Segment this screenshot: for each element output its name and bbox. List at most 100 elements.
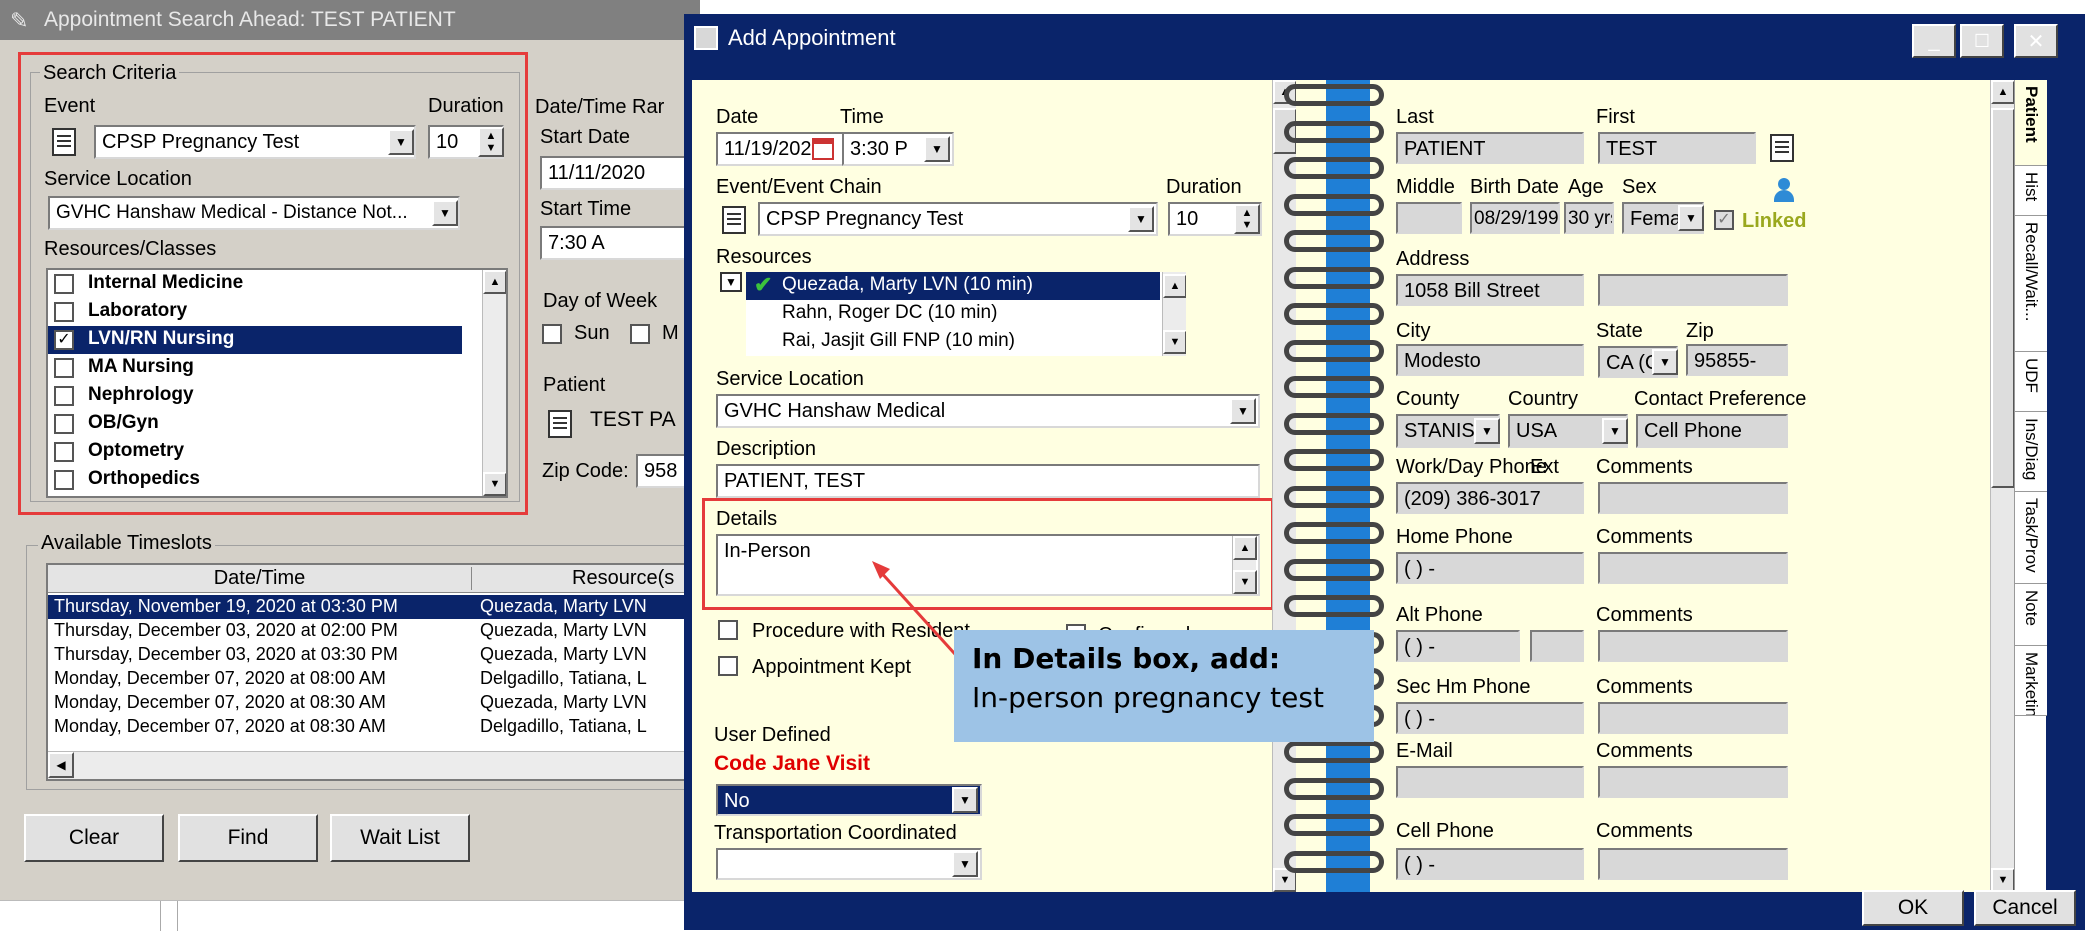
resource-item-label: Rai, Jasjit Gill FNP (10 min) <box>782 330 1015 351</box>
timeslots-hscrollbar[interactable]: ◀ <box>48 751 724 779</box>
scroll-thumb[interactable] <box>1991 108 2014 488</box>
side-tab[interactable]: Marketing <box>2015 646 2047 716</box>
cell-phone-label: Cell Phone <box>1396 820 1494 842</box>
add-window-title: Add Appointment <box>728 25 896 50</box>
patient-name: TEST PA <box>590 408 676 431</box>
close-button[interactable]: ✕ <box>2014 24 2058 58</box>
linked-label: Linked <box>1742 210 1807 232</box>
last-name-field: PATIENT <box>1396 132 1584 164</box>
start-time-label: Start Time <box>540 198 632 220</box>
ok-button[interactable]: OK <box>1862 890 1964 926</box>
chevron-down-icon[interactable]: ▼ <box>1474 418 1500 444</box>
binding-ring <box>1284 303 1384 325</box>
address-label: Address <box>1396 248 1470 270</box>
resource-expand-icon[interactable]: ▼ <box>720 272 742 292</box>
chevron-down-icon[interactable]: ▼ <box>1230 398 1256 424</box>
duration-spinner[interactable]: ▲ ▼ <box>1234 204 1260 234</box>
scroll-down-arrow[interactable]: ▼ <box>1991 868 2014 892</box>
service-location-select[interactable]: GVHC Hanshaw Medical <box>716 394 1260 428</box>
side-tab[interactable]: UDF <box>2015 352 2047 412</box>
cell-phone-field: ( ) - <box>1396 848 1584 880</box>
linked-checkbox[interactable]: ✓ <box>1714 210 1734 230</box>
city-label: City <box>1396 320 1431 342</box>
timeslot-resource: Delgadillo, Tatiana, L <box>480 716 647 736</box>
timeslot-resource: Quezada, Marty LVN <box>480 596 647 616</box>
start-date-input[interactable]: 11/11/2020 <box>540 156 690 190</box>
event-chain-lookup-icon[interactable] <box>722 206 746 234</box>
side-tab[interactable]: Task/Prov <box>2015 492 2047 584</box>
code-jane-select[interactable]: No <box>716 784 982 816</box>
start-time-input[interactable]: 7:30 A <box>540 226 690 260</box>
first-label: First <box>1596 106 1635 128</box>
search-window-title: Appointment Search Ahead: TEST PATIENT <box>44 8 456 31</box>
alt-comments-label: Comments <box>1596 604 1693 626</box>
side-tab[interactable]: Patient <box>2015 80 2047 166</box>
chevron-down-icon[interactable]: ▼ <box>1128 206 1154 232</box>
procedure-with-resident-checkbox[interactable] <box>718 620 738 640</box>
chevron-down-icon[interactable]: ▼ <box>952 851 978 877</box>
scroll-down-arrow[interactable]: ▼ <box>1163 330 1186 354</box>
col-header-datetime[interactable]: Date/Time <box>48 567 472 590</box>
patient-group-title: Patient <box>540 374 609 397</box>
service-location-label: Service Location <box>716 368 864 390</box>
binding-ring <box>1284 814 1384 836</box>
resources-list[interactable]: ✔ Quezada, Marty LVN (10 min) Rahn, Roger … <box>746 272 1186 356</box>
chevron-down-icon[interactable]: ▼ <box>1678 205 1704 231</box>
clear-button[interactable]: Clear <box>24 814 164 862</box>
chevron-down-icon[interactable]: ▼ <box>952 787 978 813</box>
resource-item[interactable]: ✔ Quezada, Marty LVN (10 min) <box>746 272 1160 300</box>
table-row[interactable]: Monday, December 07, 2020 at 08:30 AM Que… <box>48 691 724 715</box>
cell-comments-label: Comments <box>1596 820 1693 842</box>
arrow-head <box>872 561 890 579</box>
appointment-kept-checkbox[interactable] <box>718 656 738 676</box>
patient-lookup-icon[interactable] <box>548 410 572 438</box>
side-tab[interactable]: Recall/Wait... <box>2015 216 2047 352</box>
zip-field: 95855- <box>1686 344 1788 376</box>
monday-checkbox[interactable] <box>630 324 650 344</box>
table-row[interactable]: Monday, December 07, 2020 at 08:30 AM Del… <box>48 715 724 739</box>
time-label: Time <box>840 106 884 128</box>
resource-item[interactable]: Rahn, Roger DC (10 min) <box>746 300 1160 328</box>
scroll-left-arrow[interactable]: ◀ <box>48 752 74 778</box>
cell-comments-field <box>1598 848 1788 880</box>
person-link-icon[interactable] <box>1774 178 1796 202</box>
callout-box: In Details box, add: In-person pregnancy… <box>954 630 1374 742</box>
binding-ring <box>1284 741 1384 763</box>
scroll-up-arrow[interactable]: ▲ <box>1991 80 2014 104</box>
sunday-checkbox[interactable] <box>542 324 562 344</box>
table-row[interactable]: Thursday, December 03, 2020 at 02:00 PM Q… <box>48 619 724 643</box>
chevron-down-icon[interactable]: ▼ <box>924 136 950 162</box>
cancel-button[interactable]: Cancel <box>1974 890 2076 926</box>
timeslot-datetime: Monday, December 07, 2020 at 08:00 AM <box>54 668 386 688</box>
col-header-resource[interactable]: Resource(s <box>572 567 674 590</box>
table-row[interactable]: Thursday, December 03, 2020 at 03:30 PM Q… <box>48 643 724 667</box>
table-row[interactable]: Thursday, November 19, 2020 at 03:30 PM Q… <box>48 595 724 619</box>
scroll-up-arrow[interactable]: ▲ <box>1163 274 1186 298</box>
wait-list-button[interactable]: Wait List <box>330 814 470 862</box>
side-tab-label: Hist <box>2022 172 2041 202</box>
callout-title: In Details box, add: <box>972 642 1281 675</box>
maximize-button[interactable]: ☐ <box>1960 24 2004 58</box>
binding-ring <box>1284 449 1384 471</box>
table-row[interactable]: Monday, December 07, 2020 at 08:00 AM Del… <box>48 667 724 691</box>
side-tab[interactable]: Note <box>2015 584 2047 646</box>
patient-scrollbar[interactable]: ▲ ▼ <box>1990 80 2014 892</box>
side-tab[interactable]: Ins/Diag <box>2015 412 2047 492</box>
callout-text: In-person pregnancy test <box>972 681 1324 714</box>
side-tab[interactable]: Hist <box>2015 166 2047 216</box>
description-input[interactable]: PATIENT, TEST <box>716 464 1260 498</box>
patient-card-icon[interactable] <box>1770 134 1794 162</box>
search-title-bar: ✎ Appointment Search Ahead: TEST PATIENT <box>0 0 700 40</box>
transportation-select[interactable] <box>716 848 982 880</box>
timeslot-datetime: Thursday, December 03, 2020 at 02:00 PM <box>54 620 398 640</box>
calendar-picker-icon[interactable] <box>812 138 834 160</box>
search-criteria-highlight <box>18 52 528 515</box>
chevron-down-icon[interactable]: ▼ <box>1602 418 1628 444</box>
event-chain-select[interactable]: CPSP Pregnancy Test <box>758 202 1158 236</box>
minimize-button[interactable]: _ <box>1912 24 1956 58</box>
resources-scrollbar[interactable]: ▲ ▼ <box>1162 272 1186 356</box>
chevron-down-icon[interactable]: ▼ <box>1652 349 1678 375</box>
find-button[interactable]: Find <box>178 814 318 862</box>
resource-item[interactable]: Rai, Jasjit Gill FNP (10 min) <box>746 328 1160 356</box>
sec-comments-label: Comments <box>1596 676 1693 698</box>
